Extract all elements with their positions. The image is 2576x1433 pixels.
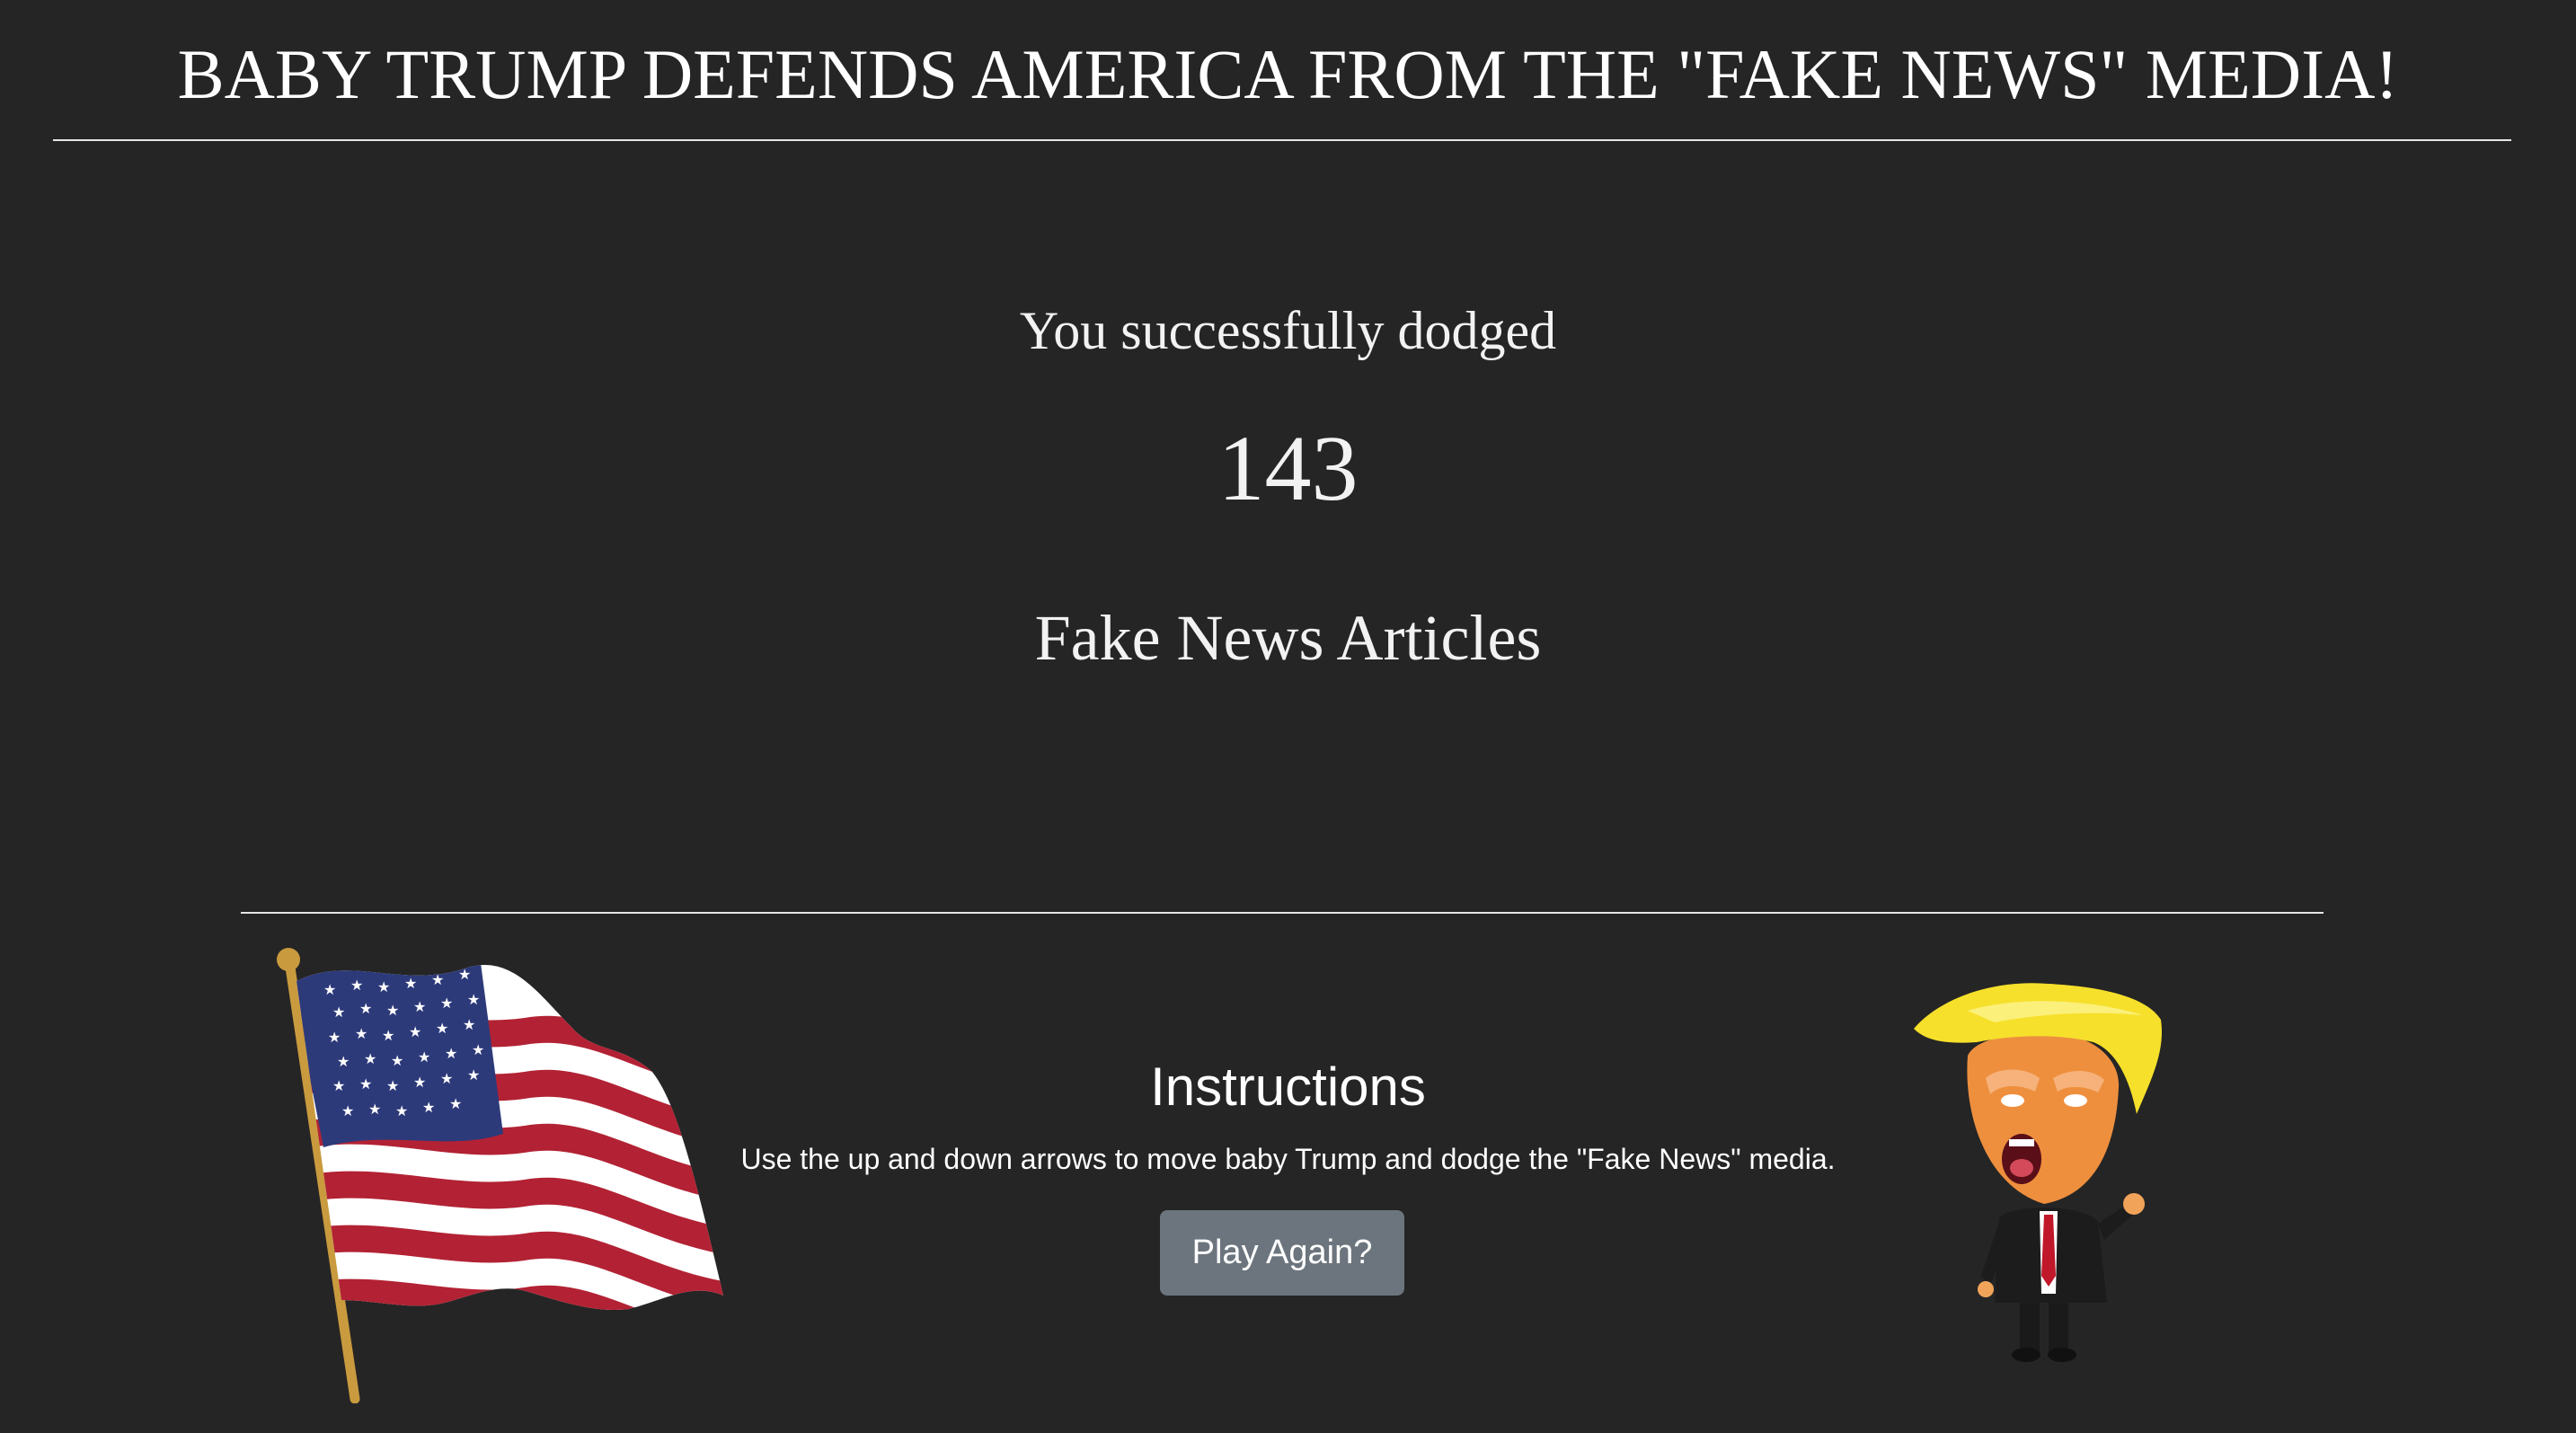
svg-text:★: ★: [359, 1000, 372, 1017]
svg-text:★: ★: [328, 1029, 341, 1046]
play-again-button[interactable]: Play Again?: [1160, 1210, 1404, 1296]
svg-text:★: ★: [350, 977, 363, 994]
svg-text:★: ★: [463, 1016, 475, 1033]
score-value: 143: [1217, 417, 1359, 520]
svg-text:★: ★: [431, 971, 444, 988]
svg-text:★: ★: [413, 998, 426, 1015]
svg-text:★: ★: [355, 1025, 367, 1042]
svg-text:★: ★: [440, 995, 453, 1012]
svg-text:★: ★: [332, 1004, 345, 1021]
svg-text:★: ★: [323, 981, 336, 998]
svg-text:★: ★: [404, 975, 417, 992]
instructions-text: Use the up and down arrows to move baby …: [740, 1143, 1836, 1175]
page-title: BABY TRUMP DEFENDS AMERICA FROM THE "FAK…: [177, 35, 2399, 113]
svg-text:★: ★: [467, 991, 480, 1008]
instructions-heading: Instructions: [1150, 1057, 1426, 1117]
svg-text:★: ★: [386, 1002, 399, 1019]
section-divider: [241, 912, 2324, 914]
svg-text:★: ★: [377, 978, 390, 995]
svg-text:★: ★: [382, 1027, 394, 1044]
flag-pole-finial: [277, 948, 300, 971]
score-unit-label: Fake News Articles: [1034, 602, 1542, 674]
svg-text:★: ★: [409, 1023, 421, 1040]
svg-text:★: ★: [458, 966, 471, 983]
dodged-label: You successfully dodged: [1019, 301, 1557, 360]
header-divider: [53, 139, 2511, 141]
character-hand: [2123, 1193, 2145, 1215]
svg-text:★: ★: [436, 1020, 448, 1037]
